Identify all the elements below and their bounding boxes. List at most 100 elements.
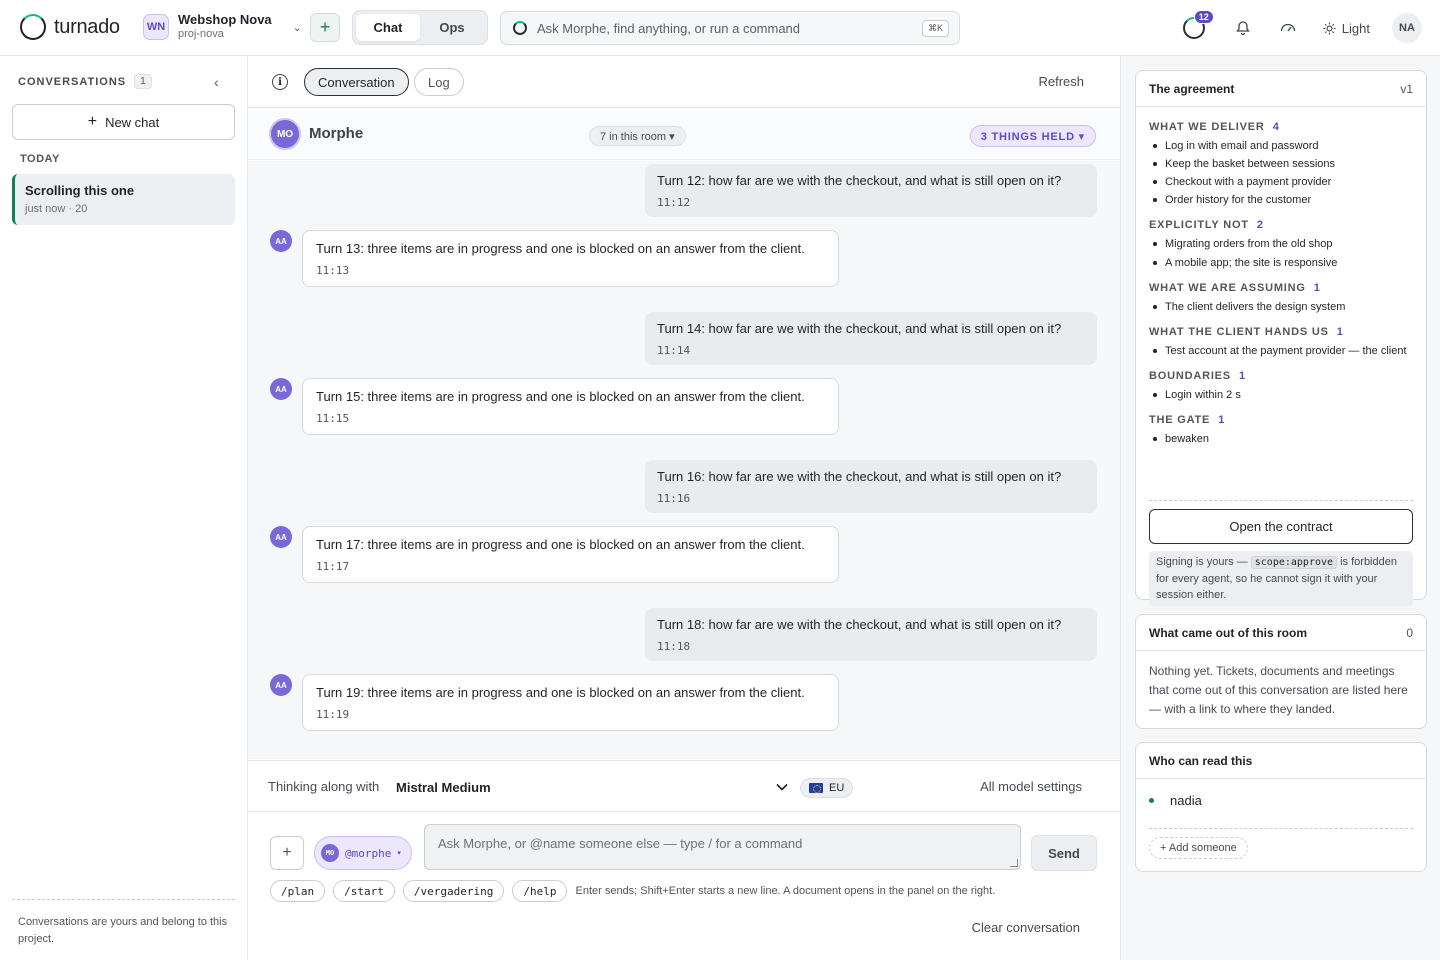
room-members-dropdown[interactable]: 7 in this room ▾ — [589, 126, 686, 146]
project-switcher[interactable]: WN Webshop Nova proj-nova ⌄ — [143, 13, 302, 41]
online-dot-icon — [1149, 798, 1154, 803]
new-chat-button[interactable]: + New chat — [12, 104, 235, 140]
user-avatar[interactable]: NA — [1392, 13, 1422, 43]
theme-toggle[interactable]: Light — [1323, 21, 1370, 36]
conversation-count: 1 — [134, 74, 152, 89]
mention-chip[interactable]: MO @morphe ▾ — [314, 836, 412, 870]
chevron-down-icon: ▾ — [397, 850, 401, 857]
mode-tab-ops[interactable]: Ops — [420, 14, 484, 41]
user-message: Turn 12: how far are we with the checkou… — [645, 164, 1097, 217]
model-label: Thinking along with — [268, 779, 380, 794]
resize-handle[interactable] — [1010, 859, 1018, 867]
eu-flag-icon — [809, 783, 823, 793]
agent-message: Turn 13: three items are in progress and… — [302, 230, 839, 287]
sidebar-title: CONVERSATIONS — [18, 75, 127, 88]
message-input[interactable]: Ask Morphe, or @name someone else — type… — [424, 824, 1021, 870]
message-text: Turn 17: three items are in progress and… — [316, 537, 805, 552]
open-contract-button[interactable]: Open the contract — [1149, 509, 1413, 544]
section-item: Test account at the payment provider — t… — [1149, 343, 1415, 359]
section-heading: WHAT WE DELIVER — [1149, 121, 1265, 133]
attach-button[interactable]: + — [270, 836, 304, 870]
section-item: Keep the basket between sessions — [1149, 156, 1415, 172]
outcomes-body: Nothing yet. Tickets, documents and meet… — [1149, 664, 1408, 716]
conversation-item[interactable]: Scrolling this one just now · 20 — [12, 174, 235, 225]
things-held-dropdown[interactable]: 3 THINGS HELD ▾ — [969, 125, 1096, 147]
command-search[interactable]: Ask Morphe, find anything, or run a comm… — [500, 11, 960, 45]
region-label: EU — [829, 782, 845, 794]
section-not: EXPLICITLY NOT 2 Migrating orders from th… — [1149, 219, 1415, 271]
section-heading: WHAT WE ARE ASSUMING — [1149, 282, 1306, 294]
add-someone-button[interactable]: + Add someone — [1149, 837, 1248, 859]
section-deliver: WHAT WE DELIVER 4 Log in with email and p… — [1149, 121, 1415, 208]
agreement-title: The agreement — [1149, 81, 1235, 96]
logo-mark-icon — [20, 14, 46, 40]
command-plan[interactable]: /plan — [270, 880, 326, 902]
clear-conversation-button[interactable]: Clear conversation — [972, 920, 1080, 935]
agent-message: Turn 19: three items are in progress and… — [302, 674, 839, 731]
command-help[interactable]: /help — [512, 880, 568, 902]
gauge-icon[interactable] — [1279, 19, 1297, 37]
conversation-main: i Conversation Log Refresh MO Morphe 7 i… — [248, 56, 1120, 960]
refresh-button[interactable]: Refresh — [1038, 74, 1084, 89]
agent-avatar: AA — [270, 230, 292, 252]
section-heading: WHAT THE CLIENT HANDS US — [1149, 326, 1329, 338]
section-heading: BOUNDARIES — [1149, 370, 1231, 382]
section-heading: EXPLICITLY NOT — [1149, 219, 1249, 231]
project-badge: WN — [143, 14, 169, 40]
signing-note-text: Signing is yours — — [1156, 556, 1251, 568]
message-time: 11:14 — [657, 344, 691, 357]
command-start[interactable]: /start — [333, 880, 395, 902]
command-chips: /plan /start /vergadering /help Enter se… — [270, 880, 995, 902]
command-vergadering[interactable]: /vergadering — [402, 880, 505, 902]
message-text: Turn 12: how far are we with the checkou… — [657, 173, 1062, 188]
model-select[interactable]: Mistral Medium — [396, 776, 788, 798]
section-item: Order history for the customer — [1149, 192, 1415, 208]
chevron-down-icon — [776, 783, 788, 791]
theme-label: Light — [1341, 20, 1370, 36]
app-logo[interactable]: turnado — [20, 14, 120, 40]
agreement-sections: WHAT WE DELIVER 4 Log in with email and p… — [1149, 121, 1415, 447]
plus-icon: + — [282, 844, 292, 861]
send-button[interactable]: Send — [1031, 835, 1097, 871]
section-assuming: WHAT WE ARE ASSUMING 1 The client deliver… — [1149, 282, 1415, 315]
divider — [1149, 500, 1413, 501]
mention-avatar: MO — [321, 844, 339, 862]
sidebar-header: CONVERSATIONS 1 — [18, 74, 152, 89]
room-name: Morphe — [309, 125, 364, 142]
tab-log[interactable]: Log — [414, 68, 464, 96]
signing-note: Signing is yours — scope:approve is forb… — [1149, 551, 1413, 606]
section-count: 4 — [1272, 121, 1280, 133]
message-text: Turn 15: three items are in progress and… — [316, 389, 805, 404]
plus-icon: + — [319, 17, 331, 37]
shortcut-hint: ⌘K — [921, 19, 949, 37]
outcomes-header: What came out of this room 0 — [1136, 615, 1426, 651]
bell-icon[interactable] — [1235, 20, 1251, 36]
conversations-sidebar: CONVERSATIONS 1 ‹ + New chat TODAY Scrol… — [0, 56, 248, 960]
model-settings-link[interactable]: All model settings — [980, 779, 1082, 794]
sun-icon — [1323, 21, 1336, 35]
divider — [1149, 828, 1413, 829]
message-list[interactable]: Turn 12: how far are we with the checkou… — [248, 161, 1120, 759]
section-item: The client delivers the design system — [1149, 299, 1415, 315]
activity-button[interactable]: 12 — [1182, 10, 1214, 39]
section-count: 1 — [1218, 414, 1226, 426]
model-name: Mistral Medium — [396, 779, 491, 795]
message-time: 11:13 — [316, 264, 350, 277]
mode-tab-chat[interactable]: Chat — [356, 14, 420, 41]
project-slug: proj-nova — [178, 28, 224, 40]
section-item: Login within 2 s — [1149, 387, 1415, 403]
section-count: 1 — [1313, 282, 1321, 294]
section-boundaries: BOUNDARIES 1 Login within 2 s — [1149, 370, 1415, 403]
top-right-actions: 12 Light NA — [1182, 10, 1422, 44]
outcomes-count: 0 — [1406, 625, 1413, 640]
agreement-header: The agreement v1 — [1136, 71, 1426, 107]
model-bar: Thinking along with Mistral Medium EU Al… — [248, 760, 1120, 812]
create-button[interactable]: + — [310, 13, 340, 42]
collapse-sidebar-icon[interactable]: ‹ — [214, 74, 219, 90]
tab-conversation[interactable]: Conversation — [304, 68, 409, 96]
info-icon[interactable]: i — [272, 74, 288, 90]
composer: + MO @morphe ▾ Ask Morphe, or @name some… — [248, 812, 1120, 960]
chevron-down-icon: ⌄ — [292, 21, 302, 34]
mode-switch: Chat Ops — [352, 10, 488, 45]
reader-name: nadia — [1170, 793, 1202, 808]
